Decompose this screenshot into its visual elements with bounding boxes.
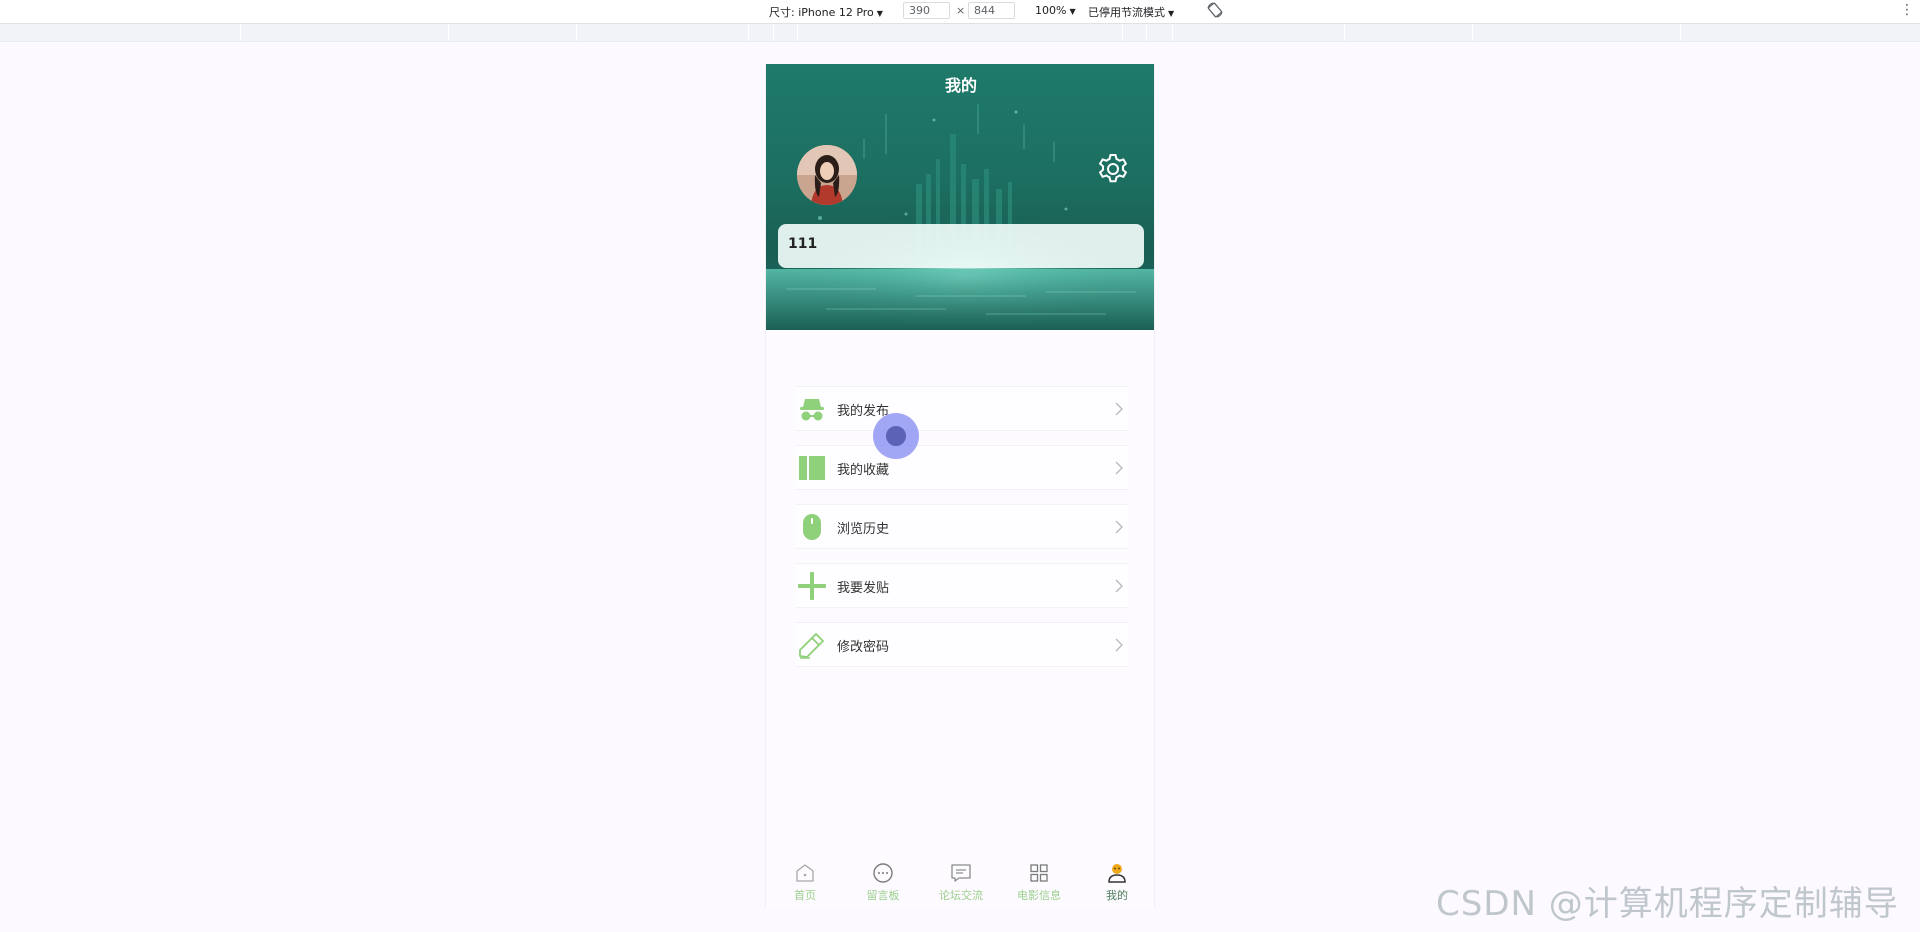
ruler-segment[interactable]	[240, 24, 241, 41]
tab-mine[interactable]: 我的	[1078, 854, 1154, 908]
tab-message-board[interactable]: 留言板	[844, 854, 922, 908]
chevron-right-icon	[1115, 520, 1123, 534]
tab-home[interactable]: 首页	[766, 854, 844, 908]
device-label: 尺寸: iPhone 12 Pro	[769, 6, 874, 19]
collection-icon	[799, 456, 825, 480]
ruler-segment[interactable]	[748, 24, 749, 41]
tab-label: 电影信息	[1017, 889, 1061, 902]
menu-item-label: 我的收藏	[837, 463, 890, 478]
bottom-tab-bar: 首页 留言板 论坛交流 电影信息 我的	[766, 854, 1154, 908]
ruler-segment[interactable]	[576, 24, 577, 41]
height-input[interactable]: 844	[968, 2, 1015, 19]
menu-item-new-post[interactable]: 我要发贴	[796, 563, 1128, 608]
throttle-label: 已停用节流模式	[1088, 6, 1165, 19]
chevron-right-icon	[1115, 402, 1123, 416]
menu-item-change-password[interactable]: 修改密码	[796, 622, 1128, 667]
page-title: 我的	[944, 76, 977, 95]
menu-item-my-posts[interactable]: 我的发布	[796, 386, 1128, 431]
profile-menu: 我的发布 我的收藏 浏览历史 我要发贴 修改密码	[796, 386, 1128, 681]
caret-down-icon: ▼	[1069, 7, 1076, 16]
zoom-label: 100%	[1035, 4, 1067, 17]
caret-down-icon: ▼	[1168, 9, 1175, 18]
mouse-icon	[803, 514, 821, 540]
tab-label: 我的	[1106, 889, 1128, 902]
ruler-segment[interactable]	[448, 24, 449, 41]
chevron-right-icon	[1115, 638, 1123, 652]
grid-icon	[1030, 864, 1048, 882]
media-query-bar	[0, 24, 1920, 42]
ruler-segment[interactable]	[773, 24, 774, 41]
tab-movies[interactable]: 电影信息	[1000, 854, 1078, 908]
home-icon	[796, 864, 814, 882]
menu-item-favorites[interactable]: 我的收藏	[796, 445, 1128, 490]
chevron-right-icon	[1115, 461, 1123, 475]
pencil-icon	[799, 633, 824, 659]
incognito-icon	[800, 399, 824, 421]
username: 111	[788, 236, 818, 252]
menu-item-history[interactable]: 浏览历史	[796, 504, 1128, 549]
zoom-select[interactable]: 100% ▼	[1035, 4, 1076, 17]
ruler-segment[interactable]	[1472, 24, 1473, 41]
gear-icon[interactable]	[1096, 152, 1130, 186]
avatar[interactable]	[797, 145, 857, 205]
ruler-segment[interactable]	[797, 24, 798, 41]
menu-item-label: 浏览历史	[837, 522, 890, 537]
touch-cursor	[873, 413, 919, 459]
tab-label: 留言板	[866, 889, 900, 902]
ruler-segment[interactable]	[1122, 24, 1123, 41]
ruler-segment[interactable]	[1680, 24, 1681, 41]
caret-down-icon: ▼	[876, 9, 883, 18]
ruler-segment[interactable]	[1146, 24, 1147, 41]
menu-item-label: 我要发贴	[837, 581, 890, 596]
chat-icon	[873, 863, 893, 883]
watermark: CSDN @计算机程序定制辅导	[1436, 884, 1899, 924]
user-info-card: 111	[778, 224, 1144, 268]
width-input[interactable]: 390	[903, 2, 950, 19]
menu-item-label: 修改密码	[837, 640, 890, 655]
devtools-device-toolbar: 尺寸: iPhone 12 Pro ▼ 390 × 844 100% ▼ 已停用节流…	[0, 0, 1920, 24]
more-options-icon[interactable]: ⋮	[1900, 2, 1914, 18]
device-select[interactable]: 尺寸: iPhone 12 Pro ▼	[769, 4, 883, 20]
menu-item-label: 我的发布	[837, 404, 890, 419]
throttle-select[interactable]: 已停用节流模式 ▼	[1088, 4, 1174, 20]
times-sign: ×	[956, 4, 966, 17]
plus-icon	[798, 572, 826, 600]
ruler-segment[interactable]	[1344, 24, 1345, 41]
phone-viewport: 我的 111 我的发布 我的收藏 浏览历史 我要发贴 修改密码 首页 留言板 论…	[765, 64, 1155, 908]
ruler-segment[interactable]	[1172, 24, 1173, 41]
user-icon	[1108, 864, 1126, 883]
tab-label: 论坛交流	[939, 889, 983, 902]
forum-icon	[951, 864, 971, 882]
tab-forum[interactable]: 论坛交流	[922, 854, 1000, 908]
profile-header: 我的 111	[766, 64, 1154, 330]
avatar-photo	[797, 145, 857, 205]
rotate-icon[interactable]	[1206, 1, 1224, 19]
chevron-right-icon	[1115, 579, 1123, 593]
tab-label: 首页	[794, 889, 816, 902]
